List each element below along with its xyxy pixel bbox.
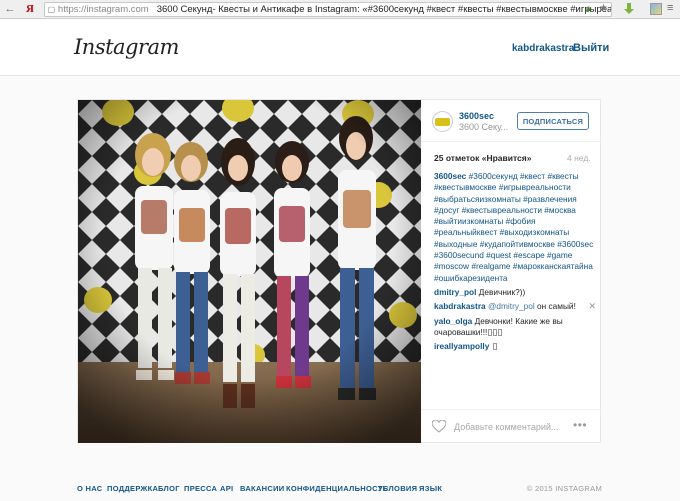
comment-username[interactable]: kabdrakastra [434,301,486,311]
footer-link-privacy[interactable]: КОНФИДЕНЦИАЛЬНОСТЬ [286,484,388,493]
caption-hashtags[interactable]: #3600секунд #квест #квесты #квестывмоскв… [434,171,593,283]
footer-link-jobs[interactable]: ВАКАНСИИ [240,484,284,493]
instagram-logo[interactable]: Instagram [74,35,179,59]
emoji-placeholder-icon [498,328,503,336]
page-title: 3600 Секунд- Квесты и Антикафе в Instagr… [156,4,611,15]
profile-link[interactable]: kabdrakastra [512,43,574,54]
footer-link-press[interactable]: ПРЕССА [184,484,217,493]
comment-text: он самый! [537,301,576,312]
comments-list: 3600sec #3600секунд #квест #квесты #квес… [434,171,596,355]
emoji-placeholder-icon [492,343,497,351]
logout-link[interactable]: Выйти [573,42,609,54]
post-header: 3600sec 3600 Секу... ПОДПИСАТЬСЯ [421,100,601,142]
back-arrow-icon[interactable]: ← [3,3,17,15]
footer-link-blog[interactable]: БЛОГ [158,484,180,493]
photo-illustration [78,100,421,443]
footer-link-terms[interactable]: УСЛОВИЯ [378,484,417,493]
more-options-icon[interactable]: ••• [573,418,587,432]
heart-icon[interactable] [432,420,446,433]
emoji-placeholder-icon [493,328,498,336]
comment-input[interactable] [454,419,559,435]
post-sidebar: 3600sec 3600 Секу... ПОДПИСАТЬСЯ 25 отме… [421,100,601,443]
follow-button[interactable]: ПОДПИСАТЬСЯ [517,112,589,130]
footer-link-support[interactable]: ПОДДЕРЖКА [107,484,158,493]
browser-toolbar: ← Я ▢ https://instagram.com 3600 Секунд-… [0,0,680,19]
caption: 3600sec #3600секунд #квест #квесты #квес… [434,171,594,284]
footer-link-language[interactable]: ЯЗЫК [419,484,442,493]
emoji-placeholder-icon [488,328,493,336]
post-card: 3600sec 3600 Секу... ПОДПИСАТЬСЯ 25 отме… [77,99,601,443]
list-item: yalo_olga Девчонки! Какие же вы очароваш… [434,316,594,339]
menu-icon[interactable]: ≡ [667,2,673,14]
post-photo[interactable] [78,100,421,443]
footer-link-about[interactable]: О НАС [77,484,102,493]
list-item: ireallyampolly [434,341,594,352]
copyright: © 2015 INSTAGRAM [526,484,602,493]
comment-text: Девичник?)) [478,286,526,297]
comment-bar: ••• [421,409,601,443]
address-url: https://instagram.com [57,4,149,15]
owner-username[interactable]: 3600sec [459,111,494,121]
caption-username[interactable]: 3600sec [434,171,466,181]
post-age[interactable]: 4 нед. [567,153,591,163]
padlock-icon[interactable]: 🔒︎ [586,3,591,14]
site-header: Instagram kabdrakastra Выйти [0,19,680,76]
bookmark-star-icon[interactable]: ★ [599,3,608,14]
extension-icon[interactable] [650,3,662,15]
avatar[interactable] [432,111,453,132]
footer-link-api[interactable]: API [220,484,233,493]
comment-username[interactable]: dmitry_pol [434,287,476,297]
address-bar[interactable]: ▢ https://instagram.com 3600 Секунд- Кве… [44,2,612,17]
page-icon: ▢ [47,5,56,14]
download-icon[interactable] [622,2,636,16]
delete-comment-icon[interactable]: ✕ [588,301,596,312]
owner-fullname: 3600 Секу... [459,122,509,132]
comment-mention[interactable]: @dmitry_pol [488,301,535,311]
list-item: kabdrakastra @dmitry_pol он самый! ✕ [434,301,596,312]
comment-username[interactable]: ireallyampolly [434,341,489,351]
likes-count[interactable]: 25 отметок «Нравится» [434,153,531,163]
list-item: dmitry_pol Девичник?)) [434,287,594,298]
yandex-logo[interactable]: Я [22,3,38,15]
comment-username[interactable]: yalo_olga [434,316,472,326]
